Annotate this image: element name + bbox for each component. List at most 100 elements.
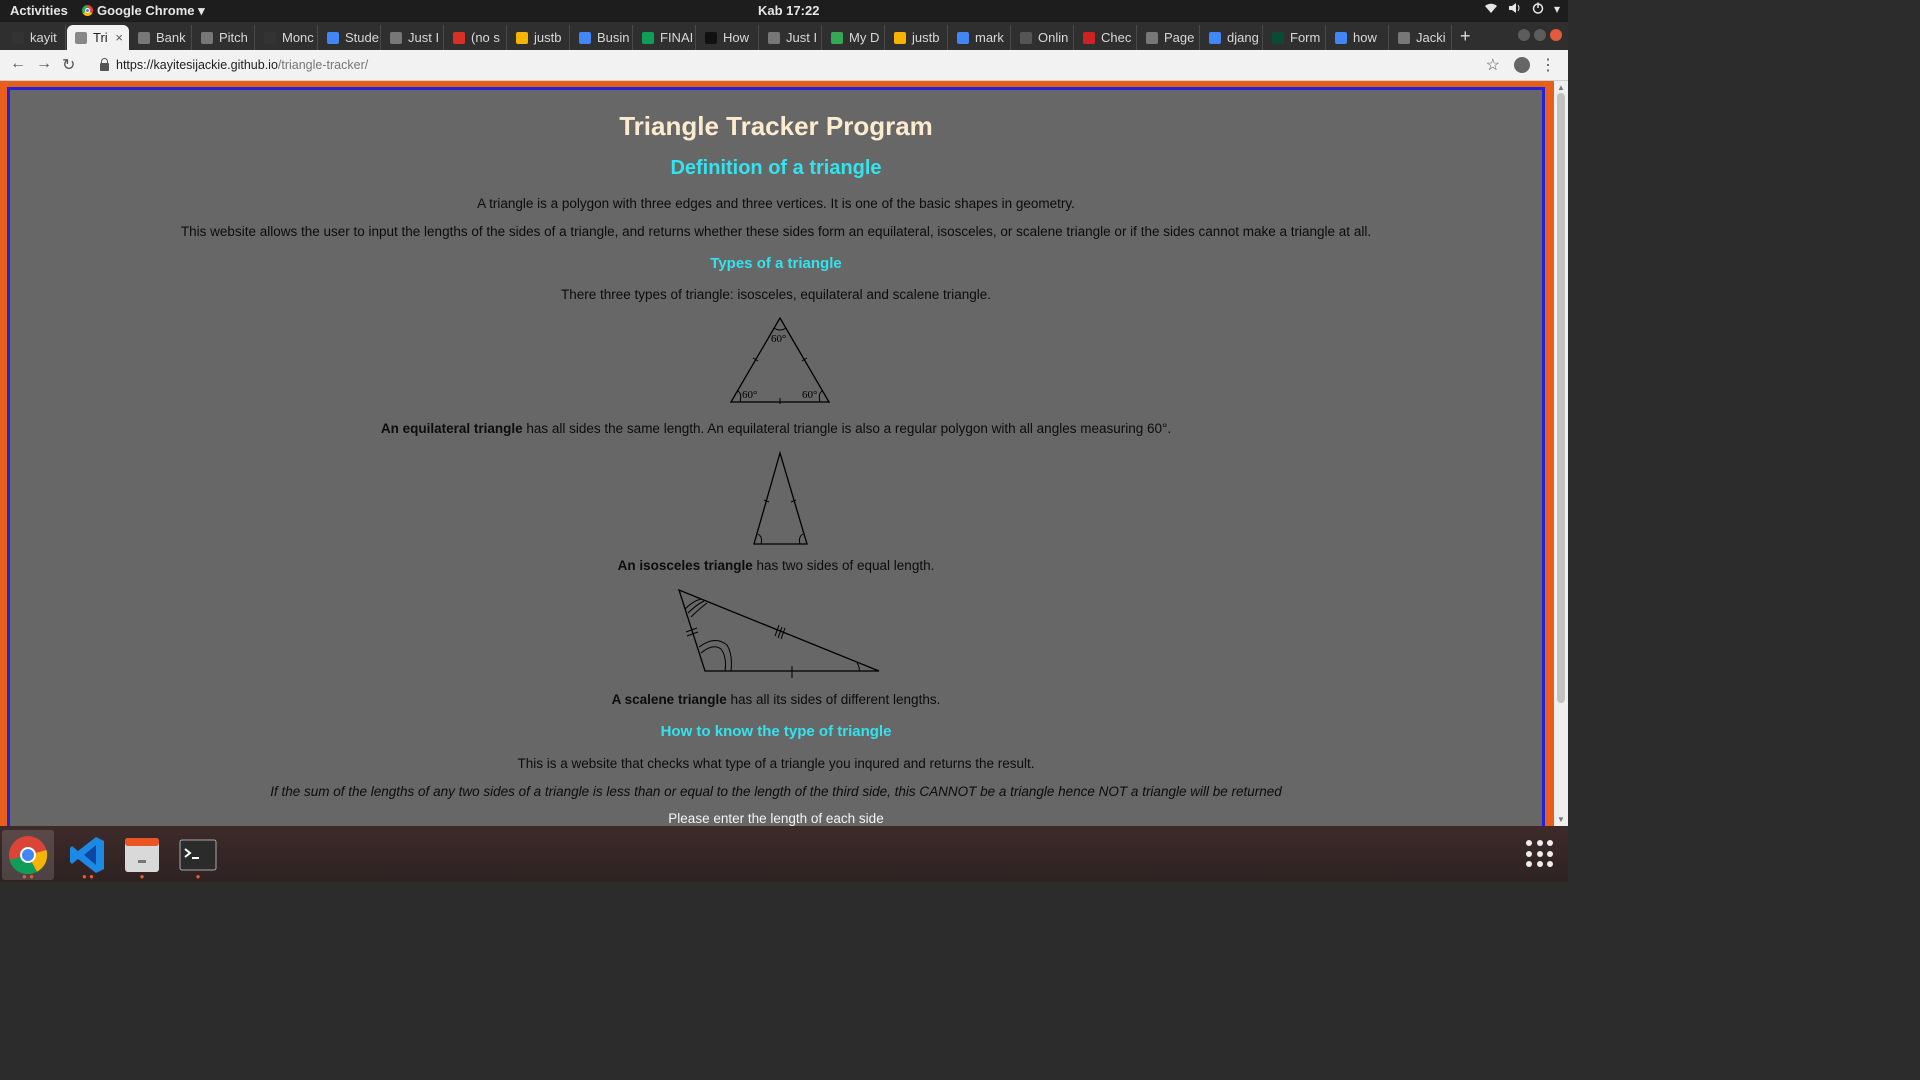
system-tray[interactable]: ▾	[1484, 2, 1560, 17]
tab-3[interactable]: Pitch	[193, 25, 255, 50]
tab-7[interactable]: (no s	[445, 25, 507, 50]
tab-1[interactable]: Tri ×	[67, 25, 129, 50]
google-drive-icon	[831, 31, 843, 44]
forward-arrow-icon[interactable]: →	[36, 55, 52, 73]
page-title: Triangle Tracker Program	[619, 111, 933, 141]
activities-button[interactable]: Activities	[10, 3, 68, 18]
google-docs-icon	[579, 31, 591, 44]
tab-label: Busin	[597, 30, 630, 45]
equilateral-description: An equilateral triangle has all sides th…	[10, 421, 1542, 436]
tab-22[interactable]: Jacki	[1390, 25, 1452, 50]
window-controls	[1518, 29, 1562, 41]
tab-20[interactable]: Form	[1264, 25, 1326, 50]
tab-label: My D	[849, 30, 880, 45]
app-menu-label: Google Chrome	[97, 3, 195, 18]
page-icon	[390, 31, 402, 44]
address-bar[interactable]: https://kayitesijackie.github.io/triangl…	[92, 54, 1512, 76]
new-tab-button[interactable]: +	[1460, 26, 1471, 47]
dock-chrome[interactable]: ● ●	[2, 830, 54, 881]
tab-label: kayit	[30, 30, 57, 45]
running-indicator: ●	[139, 872, 145, 881]
tab-18[interactable]: Page	[1138, 25, 1200, 50]
page-content: Triangle Tracker Program Definition of a…	[7, 87, 1545, 826]
clock[interactable]: Kab 17:22	[758, 3, 819, 18]
menu-kebab-icon[interactable]: ⋮	[1540, 55, 1556, 75]
profile-avatar[interactable]	[1514, 57, 1530, 73]
dock-terminal[interactable]: ●	[172, 830, 224, 881]
input-prompt: Please enter the length of each side	[668, 811, 884, 826]
how-text: This is a website that checks what type …	[517, 756, 1035, 771]
tab-11[interactable]: How	[697, 25, 759, 50]
maximize-button[interactable]	[1534, 29, 1546, 41]
minimize-button[interactable]	[1518, 29, 1530, 41]
dock-vscode[interactable]: ● ●	[62, 830, 114, 881]
app-menu[interactable]: Google Chrome ▾	[82, 3, 205, 19]
reload-icon[interactable]: ↻	[62, 55, 75, 75]
tab-label: Just I	[408, 30, 440, 45]
tab-label: Monc	[282, 30, 314, 45]
google-icon	[1335, 31, 1347, 44]
scroll-up-arrow-icon[interactable]: ▲	[1557, 83, 1565, 92]
tab-2[interactable]: Bank	[130, 25, 192, 50]
close-tab-icon[interactable]: ×	[115, 30, 123, 45]
tab-0[interactable]: kayit	[4, 25, 66, 50]
tab-15[interactable]: mark	[949, 25, 1011, 50]
tab-label: Pitch	[219, 30, 248, 45]
tab-4[interactable]: Monc	[256, 25, 318, 50]
isosceles-text: has two sides of equal length.	[752, 558, 935, 573]
tab-17[interactable]: Chec	[1075, 25, 1137, 50]
google-icon	[957, 31, 969, 44]
tab-19[interactable]: djang	[1201, 25, 1263, 50]
show-applications-icon[interactable]	[1526, 840, 1554, 868]
page-scrollbar[interactable]: ▲ ▼	[1554, 81, 1568, 826]
running-indicator: ● ●	[82, 872, 94, 881]
power-icon[interactable]	[1532, 2, 1544, 17]
scalene-description: A scalene triangle has all its sides of …	[10, 692, 1542, 707]
wifi-icon[interactable]	[1484, 2, 1498, 17]
tab-label: How	[723, 30, 750, 45]
tab-21[interactable]: how	[1327, 25, 1389, 50]
tab-label: Tri	[93, 30, 108, 45]
tab-14[interactable]: justb	[886, 25, 948, 50]
bookmark-star-icon[interactable]: ☆	[1486, 55, 1500, 75]
volume-icon[interactable]	[1508, 2, 1522, 17]
chevron-down-icon[interactable]: ▾	[1554, 2, 1560, 17]
rule-text: If the sum of the lengths of any two sid…	[10, 784, 1542, 799]
scalene-triangle-image	[677, 588, 880, 678]
page-icon	[1146, 31, 1158, 44]
scrollbar-thumb[interactable]	[1557, 93, 1565, 703]
definition-heading: Definition of a triangle	[670, 157, 882, 179]
tab-9[interactable]: Busin	[571, 25, 633, 50]
dock-files[interactable]: ●	[116, 830, 168, 881]
google-slides-icon	[894, 31, 906, 44]
scroll-down-arrow-icon[interactable]: ▼	[1557, 815, 1565, 824]
tab-16[interactable]: Onlin	[1012, 25, 1074, 50]
tab-label: djang	[1227, 30, 1259, 45]
tab-label: Page	[1164, 30, 1195, 45]
calendar-icon	[1020, 31, 1032, 44]
tab-label: how	[1353, 30, 1377, 45]
tab-6[interactable]: Just I	[382, 25, 444, 50]
back-arrow-icon[interactable]: ←	[10, 55, 26, 73]
tab-8[interactable]: justb	[508, 25, 570, 50]
angle-label-left: 60°	[742, 389, 757, 401]
google-icon	[1209, 31, 1221, 44]
close-window-button[interactable]	[1550, 29, 1562, 41]
tab-10[interactable]: FINAI	[634, 25, 696, 50]
tab-12[interactable]: Just I	[760, 25, 822, 50]
isosceles-triangle-image	[753, 450, 808, 545]
tab-5[interactable]: Stude	[319, 25, 381, 50]
page-icon	[1398, 31, 1410, 44]
google-sheets-icon	[642, 31, 654, 44]
tab-label: Onlin	[1038, 30, 1069, 45]
tab-label: Form	[1290, 30, 1321, 45]
tab-label: Stude	[345, 30, 379, 45]
tab-13[interactable]: My D	[823, 25, 885, 50]
how-heading: How to know the type of triangle	[660, 723, 892, 740]
scalene-text: has all its sides of different lengths.	[726, 692, 941, 707]
lock-icon[interactable]	[100, 57, 109, 71]
htg-icon	[705, 31, 717, 44]
angle-label-top: 60°	[771, 333, 786, 345]
isosceles-term: An isosceles triangle	[617, 558, 753, 573]
system-top-bar: Activities Google Chrome ▾ Kab 17:22 ▾	[0, 0, 1568, 22]
